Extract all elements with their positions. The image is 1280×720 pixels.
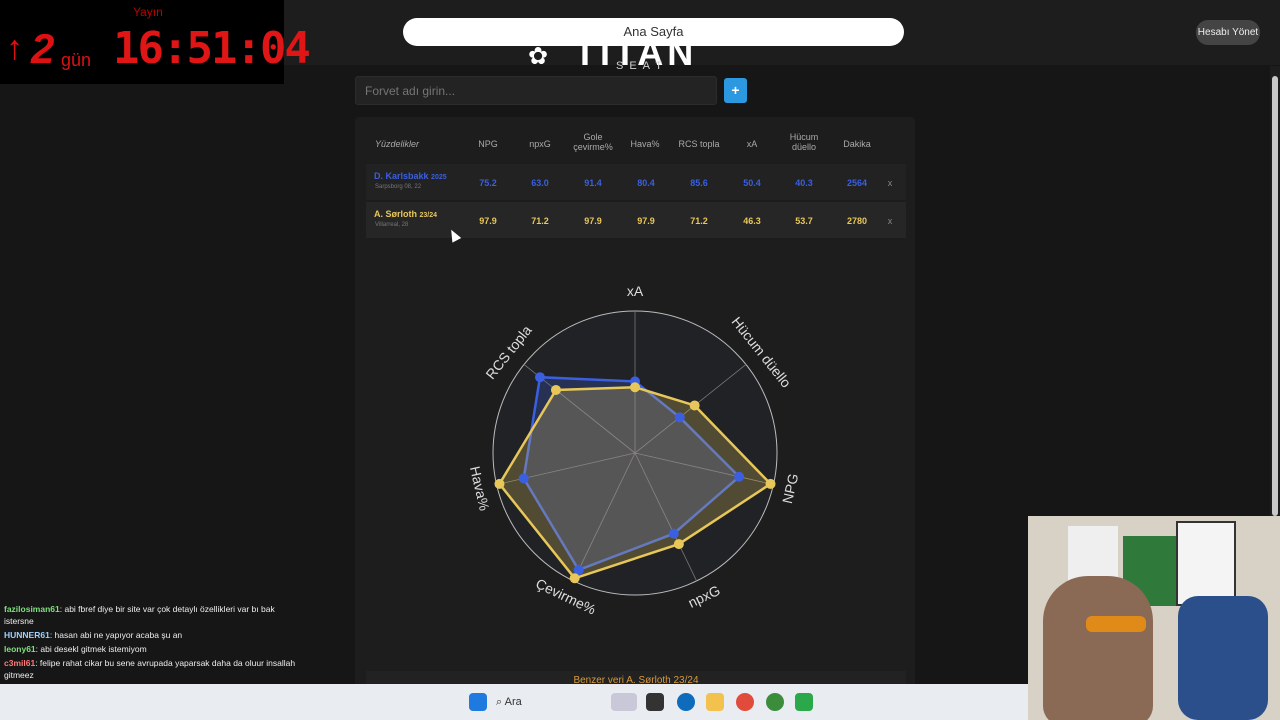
logo-icon: ✿ bbox=[528, 43, 549, 70]
player-club: Villarreal, 28 bbox=[375, 222, 409, 228]
radar-point bbox=[518, 473, 529, 484]
screen: Ana Sayfa ✿ TITAN SEAT Hesabı Yönet Yayı… bbox=[0, 0, 1280, 720]
scrollbar-thumb[interactable] bbox=[1272, 76, 1278, 516]
table-row: D. Karlsbakk 2025 Sarpsborg 08, 22 75.2 … bbox=[366, 164, 906, 200]
minutes-value: 2564 bbox=[846, 178, 868, 188]
radar-point bbox=[734, 471, 745, 482]
radar-point bbox=[630, 382, 640, 393]
remove-player-button[interactable]: x bbox=[884, 178, 896, 188]
radar-axis-label: Hava% bbox=[467, 465, 493, 513]
windows-start-icon[interactable] bbox=[469, 693, 487, 711]
player-club: Sarpsborg 08, 22 bbox=[375, 184, 422, 190]
npg-value: 75.2 bbox=[479, 178, 497, 188]
npxg-value: 71.2 bbox=[531, 216, 549, 226]
radar-point bbox=[673, 539, 684, 550]
radar-point bbox=[550, 384, 561, 395]
chat-username: HUNNER61 bbox=[4, 630, 50, 640]
player-name-text: A. Sørloth bbox=[374, 209, 417, 219]
widgets-icon[interactable] bbox=[611, 693, 637, 711]
chat-text: : hasan abi ne yapıyor acaba şu an bbox=[49, 630, 183, 640]
file-explorer-icon[interactable] bbox=[706, 693, 724, 711]
radar-axis-label: xA bbox=[627, 283, 644, 299]
player-name[interactable]: A. Sørloth 23/24 bbox=[374, 209, 437, 219]
attack-duel-value: 40.3 bbox=[795, 178, 813, 188]
task-view-icon[interactable] bbox=[646, 693, 664, 711]
gaming-chair bbox=[1178, 596, 1268, 720]
rcs-value: 71.2 bbox=[690, 216, 708, 226]
player-name-text: D. Karlsbakk bbox=[374, 171, 429, 181]
overlay-label: Yayın bbox=[133, 5, 163, 19]
header-npxg: npxG bbox=[529, 139, 551, 149]
aerial-value: 97.9 bbox=[637, 216, 655, 226]
titan-seat-logo[interactable]: ✿ TITAN SEAT bbox=[528, 35, 693, 73]
xa-value: 46.3 bbox=[743, 216, 761, 226]
player-season: 23/24 bbox=[419, 212, 438, 219]
attack-duel-value: 53.7 bbox=[795, 216, 813, 226]
search-icon: ⌕ bbox=[496, 696, 505, 708]
app-icon[interactable] bbox=[795, 693, 813, 711]
logo-subtext: SEAT bbox=[616, 60, 668, 72]
overlay-time: 16:51:04 bbox=[113, 23, 311, 74]
header-rcs: RCS topla bbox=[678, 139, 720, 149]
edge-browser-icon[interactable] bbox=[677, 693, 695, 711]
radar-point bbox=[668, 528, 679, 539]
add-player-button[interactable]: + bbox=[724, 78, 747, 103]
chrome-active-icon[interactable] bbox=[766, 693, 784, 711]
chat-message: leony61: abi desekl gitmek istemiyom bbox=[0, 642, 300, 656]
header-conversion: Gole çevirme% bbox=[573, 132, 613, 152]
player-name[interactable]: D. Karlsbakk 2025 bbox=[374, 171, 447, 181]
remove-player-button[interactable]: x bbox=[884, 216, 896, 226]
radar-point bbox=[569, 573, 580, 584]
radar-point bbox=[674, 412, 685, 423]
npg-value: 97.9 bbox=[479, 216, 497, 226]
overlay-days-unit: gün bbox=[61, 50, 92, 70]
percentile-table: Yüzdelikler NPG npxG Gole çevirme% Hava%… bbox=[366, 128, 906, 238]
conversion-value: 91.4 bbox=[584, 178, 602, 188]
up-arrow-icon: ↑ bbox=[6, 29, 23, 67]
header-minutes: Dakika bbox=[843, 139, 871, 149]
football-pitch-board bbox=[1176, 521, 1236, 606]
overlay-days: 2 bbox=[31, 25, 55, 72]
npxg-value: 63.0 bbox=[531, 178, 549, 188]
stream-countdown-overlay: Yayın ↑ 2 gün 16:51:04 bbox=[0, 0, 311, 84]
chrome-icon[interactable] bbox=[736, 693, 754, 711]
glasses bbox=[1086, 616, 1146, 632]
radar-point bbox=[765, 478, 776, 489]
header-aerial: Hava% bbox=[630, 139, 660, 149]
webcam-overlay bbox=[1028, 516, 1280, 720]
minutes-value: 2780 bbox=[846, 216, 868, 226]
taskbar-search[interactable]: ⌕ Ara bbox=[496, 690, 596, 714]
table-header: Yüzdelikler NPG npxG Gole çevirme% Hava%… bbox=[366, 128, 906, 162]
rcs-value: 85.6 bbox=[690, 178, 708, 188]
radar-chart: xAHücum düelloNPGnpxGÇevirme%Hava%RCS to… bbox=[467, 283, 801, 617]
chat-message: fazilosiman61: abi fbref diye bir site v… bbox=[0, 602, 300, 628]
manage-account-button[interactable]: Hesabı Yönet bbox=[1196, 20, 1260, 45]
conversion-value: 97.9 bbox=[584, 216, 602, 226]
chat-message: HUNNER61: hasan abi ne yapıyor acaba şu … bbox=[0, 628, 300, 642]
chat-username: c3mil61 bbox=[4, 658, 36, 668]
radar-point bbox=[689, 400, 700, 411]
chat-username: leony61 bbox=[4, 644, 36, 654]
chat-text: : abi desekl gitmek istemiyom bbox=[35, 644, 147, 654]
forward-search-input[interactable] bbox=[355, 76, 717, 105]
header-attack-duel: Hücum düello bbox=[789, 132, 819, 152]
chat-text: : felipe rahat cikar bu sene avrupada ya… bbox=[4, 658, 296, 680]
streamer bbox=[1043, 576, 1153, 720]
xa-value: 50.4 bbox=[743, 178, 761, 188]
aerial-value: 80.4 bbox=[637, 178, 655, 188]
taskbar-search-label: Ara bbox=[504, 696, 522, 708]
player-season: 2025 bbox=[431, 174, 447, 181]
chat-message: c3mil61: felipe rahat cikar bu sene avru… bbox=[0, 656, 300, 682]
chat-username: fazilosiman61 bbox=[4, 604, 60, 614]
radar-point bbox=[494, 478, 505, 489]
header-npg: NPG bbox=[478, 139, 498, 149]
header-percentiles: Yüzdelikler bbox=[375, 139, 420, 149]
radar-axis-label: NPG bbox=[779, 472, 801, 505]
header-xa: xA bbox=[746, 139, 758, 149]
radar-axis-label: npxG bbox=[686, 582, 723, 611]
radar-point bbox=[534, 372, 545, 383]
